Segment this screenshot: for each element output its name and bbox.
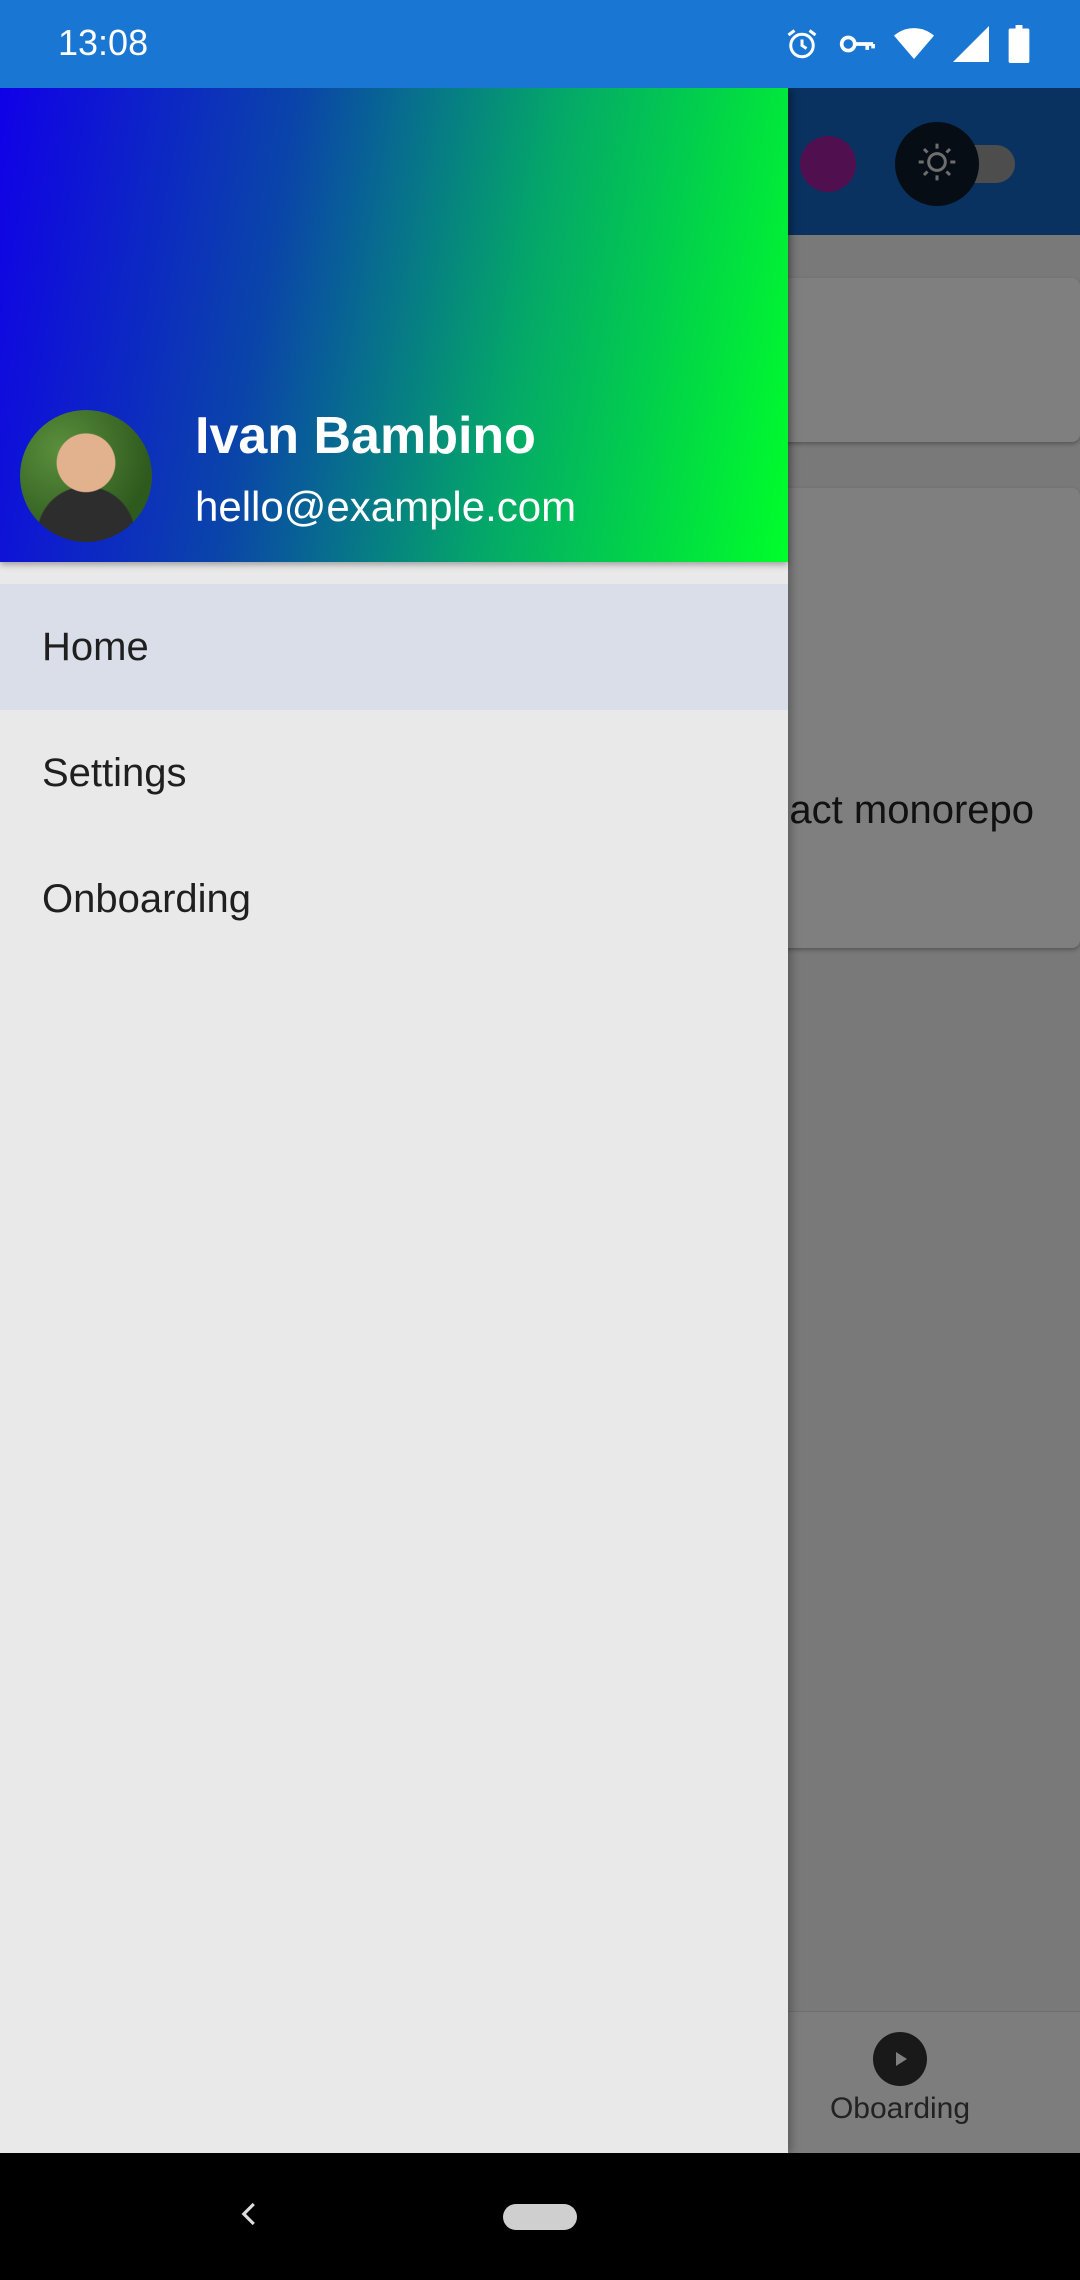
status-icons [784,22,1030,66]
status-time: 13:08 [58,22,149,63]
user-email: hello@example.com [195,483,577,530]
drawer-header: Ivan Bambino hello@example.com [0,88,788,562]
drawer-item-onboarding[interactable]: Onboarding [0,836,788,962]
alarm-icon [784,26,820,62]
avatar[interactable] [20,410,152,542]
vpn-key-icon [838,26,876,62]
status-bar: 13:08 [0,0,1080,88]
chevron-left-icon [235,2199,265,2234]
drawer-item-settings[interactable]: Settings [0,710,788,836]
home-button[interactable] [503,2204,577,2230]
user-name: Ivan Bambino [195,407,536,465]
drawer-item-label: Onboarding [42,876,252,921]
drawer-item-label: Settings [42,750,187,795]
wifi-icon [894,26,934,62]
drawer-item-home[interactable]: Home [0,584,788,710]
system-navigation-bar [0,2153,1080,2280]
navigation-drawer: Ivan Bambino hello@example.com Home Sett… [0,88,788,2153]
battery-icon [1008,25,1030,63]
signal-icon [952,26,990,62]
drawer-item-label: Home [42,624,149,669]
drawer-menu: Home Settings Onboarding [0,584,788,962]
back-button[interactable] [225,2191,275,2241]
